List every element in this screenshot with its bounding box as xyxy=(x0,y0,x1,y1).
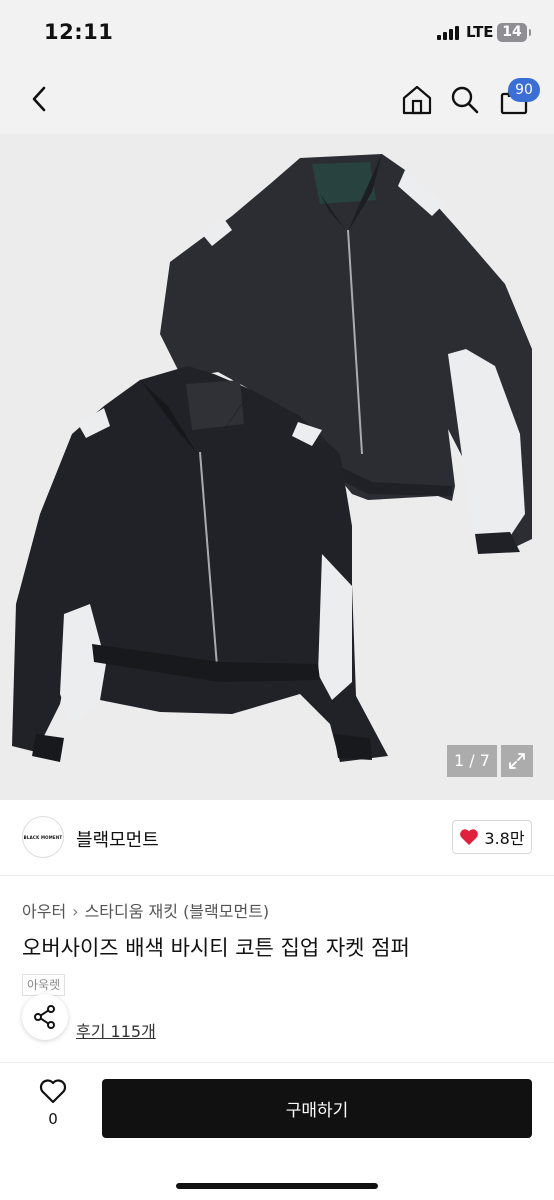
expand-button[interactable] xyxy=(501,745,533,777)
home-indicator xyxy=(176,1183,378,1189)
heart-outline-icon xyxy=(39,1079,67,1104)
nav-bar xyxy=(0,66,554,134)
status-bar: 12:11 LTE 14 xyxy=(0,0,554,66)
chevron-right-icon: › xyxy=(72,902,79,921)
brand-logo[interactable]: BLACK MOMENT xyxy=(22,816,64,858)
share-icon xyxy=(34,1005,55,1029)
chevron-left-icon xyxy=(32,86,46,112)
search-button[interactable] xyxy=(446,80,484,120)
brand-like-count: 3.8만 xyxy=(484,829,525,848)
cart-count-badge: 90 xyxy=(508,78,540,102)
review-link[interactable]: 후기 115개 xyxy=(76,1018,156,1042)
search-icon xyxy=(451,86,479,114)
status-time: 12:11 xyxy=(44,20,114,44)
home-icon xyxy=(402,85,432,115)
brand-name[interactable]: 블랙모먼트 xyxy=(76,826,159,852)
buy-button[interactable]: 구매하기 xyxy=(102,1079,532,1138)
share-button[interactable] xyxy=(22,994,68,1040)
signal-icon xyxy=(437,26,461,40)
jacket-photo xyxy=(12,154,532,762)
home-button[interactable] xyxy=(398,80,436,120)
battery-icon: 14 xyxy=(497,23,527,42)
heart-filled-icon xyxy=(460,829,479,845)
outlet-badge: 아욱렛 xyxy=(22,974,66,996)
expand-icon xyxy=(509,753,525,769)
product-title: 오버사이즈 배색 바시티 코튼 집업 자켓 점퍼 xyxy=(22,936,410,960)
network-type: LTE xyxy=(466,23,494,41)
breadcrumb-category[interactable]: 아우터 xyxy=(22,902,66,921)
back-button[interactable] xyxy=(20,80,58,118)
divider xyxy=(0,1062,554,1063)
breadcrumb-subcategory[interactable]: 스타디움 재킷 (블랙모먼트) xyxy=(85,902,270,921)
page-indicator: 1 / 7 xyxy=(447,745,497,777)
product-image[interactable] xyxy=(0,134,554,800)
brand-logo-text: BLACK MOMENT xyxy=(23,834,63,840)
wish-button[interactable]: 0 xyxy=(22,1078,84,1140)
brand-like-button[interactable]: 3.8만 xyxy=(452,820,532,854)
breadcrumb: 아우터 › 스타디움 재킷 (블랙모먼트) xyxy=(22,898,269,922)
wish-count: 0 xyxy=(48,1110,58,1128)
battery-cap xyxy=(529,29,531,36)
